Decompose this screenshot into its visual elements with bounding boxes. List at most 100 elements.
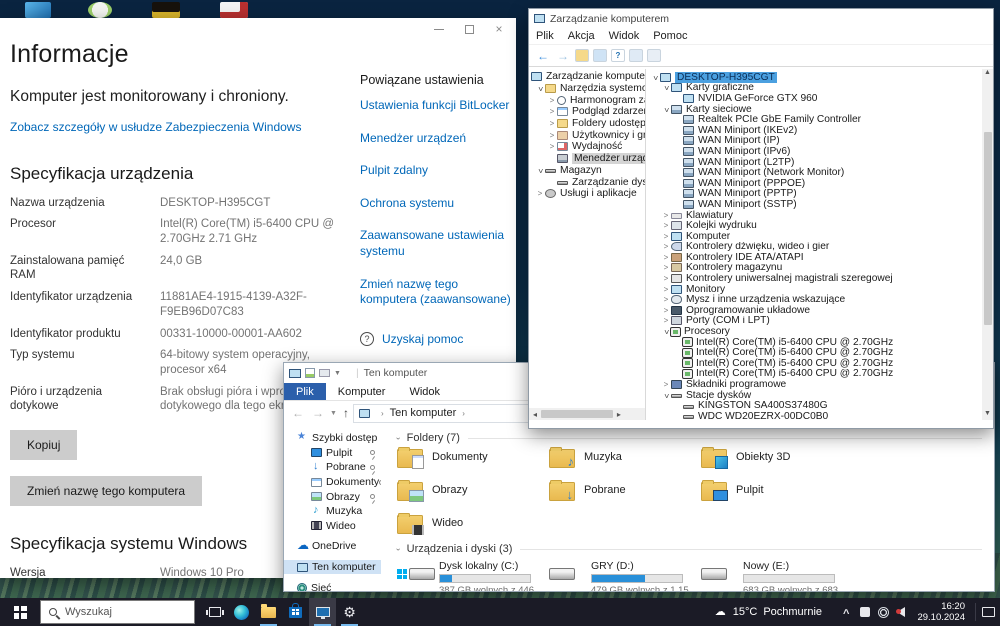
tree-item[interactable]: Oprogramowanie układowe (648, 305, 981, 316)
tree-item[interactable]: WAN Miniport (IKEv2) (648, 125, 981, 136)
help-icon[interactable]: ? (611, 49, 625, 62)
tree-item[interactable]: Narzędzia systemowe (529, 83, 645, 95)
folder-item[interactable]: Obrazy (397, 480, 549, 504)
related-settings-link[interactable]: Menedżer urządzeń (360, 131, 512, 147)
sidebar-item[interactable]: Pulpit (284, 446, 381, 461)
tree-item[interactable]: Zarządzanie komputerem (loka (529, 71, 645, 83)
expander-chevron-icon[interactable] (662, 83, 671, 93)
scroll-up-icon[interactable]: ▲ (982, 69, 993, 79)
get-help-link[interactable]: Uzyskaj pomoc (382, 332, 463, 346)
tree-item[interactable]: Podgląd zdarzeń (529, 106, 645, 118)
expander-chevron-icon[interactable] (535, 189, 545, 198)
desktop-shortcut-icon[interactable] (88, 2, 112, 18)
expander-chevron-icon[interactable] (547, 131, 557, 140)
expander-chevron-icon[interactable] (547, 96, 557, 105)
expander-chevron-icon[interactable] (547, 107, 557, 116)
sidebar-item[interactable]: Muzyka (284, 504, 381, 519)
drive-item[interactable]: Nowy (E:) 683 GB wolnych z 683 GB (701, 560, 853, 591)
menu-item[interactable]: Akcja (561, 30, 602, 42)
rename-pc-button[interactable]: Zmień nazwę tego komputera (10, 476, 203, 507)
properties-icon[interactable] (629, 49, 643, 62)
tree-item[interactable]: WAN Miniport (IPv6) (648, 146, 981, 157)
start-button[interactable] (0, 598, 40, 626)
tree-item[interactable]: Intel(R) Core(TM) i5-6400 CPU @ 2.70GHz (648, 337, 981, 347)
related-settings-link[interactable]: Zmień nazwę tego komputera (zaawansowane… (360, 277, 512, 308)
expander-chevron-icon[interactable] (536, 84, 545, 94)
tree-item[interactable]: Menedżer urządzeń (529, 153, 645, 165)
sidebar-item[interactable]: Szybki dostęp (284, 431, 381, 446)
search-input[interactable]: Wyszukaj (40, 600, 195, 624)
expander-chevron-icon[interactable] (651, 73, 660, 83)
properties-icon[interactable] (305, 368, 315, 378)
back-icon[interactable]: ← (533, 49, 553, 63)
sidebar-item[interactable]: Wideo (284, 519, 381, 534)
tree-item[interactable]: Zarządzanie dyskami (529, 176, 645, 188)
tree-item[interactable]: Użytkownicy i grupy lok (529, 129, 645, 141)
tray-app-icon[interactable] (860, 607, 871, 617)
expander-chevron-icon[interactable] (661, 211, 671, 220)
tree-item[interactable]: Magazyn (529, 165, 645, 177)
taskbar-app-button[interactable] (255, 598, 282, 626)
tree-item[interactable]: Klawiatury (648, 210, 981, 220)
taskbar-app-button[interactable] (309, 598, 336, 626)
ribbon-tab[interactable]: Widok (397, 383, 452, 400)
tree-item[interactable]: Kontrolery uniwersalnej magistrali szere… (648, 273, 981, 284)
scrollbar-thumb[interactable] (541, 410, 613, 418)
tree-item[interactable]: WAN Miniport (PPTP) (648, 189, 981, 199)
tree-item[interactable]: Kolejki wydruku (648, 220, 981, 231)
expander-chevron-icon[interactable] (661, 306, 671, 315)
menu-item[interactable]: Pomoc (646, 30, 694, 42)
horizontal-scrollbar[interactable]: ◂ ▸ (529, 408, 645, 420)
tree-item[interactable]: Kontrolery magazynu (648, 263, 981, 273)
tree-item[interactable]: Realtek PCIe GbE Family Controller (648, 114, 981, 125)
export-list-icon[interactable] (575, 49, 589, 62)
tree-item[interactable]: Usługi i aplikacje (529, 188, 645, 200)
expander-chevron-icon[interactable] (536, 166, 545, 176)
taskbar-app-button[interactable] (228, 598, 255, 626)
tree-item[interactable]: Foldery udostępnione (529, 118, 645, 130)
folder-item[interactable]: Dokumenty (397, 447, 549, 471)
vertical-scrollbar[interactable]: ▲ ▼ (982, 69, 993, 420)
weather-widget[interactable]: ☁ 15°C Pochmurnie (715, 605, 822, 620)
expander-chevron-icon[interactable] (661, 316, 671, 325)
tree-item[interactable]: Intel(R) Core(TM) i5-6400 CPU @ 2.70GHz (648, 369, 981, 379)
scroll-left-icon[interactable]: ◂ (529, 410, 541, 419)
tree-item[interactable]: NVIDIA GeForce GTX 960 (648, 93, 981, 104)
tree-item[interactable]: Harmonogram zadań (529, 94, 645, 106)
related-settings-link[interactable]: Pulpit zdalny (360, 163, 512, 179)
ribbon-tab[interactable]: Komputer (326, 383, 398, 400)
tree-item[interactable]: WAN Miniport (IP) (648, 136, 981, 146)
minimize-button[interactable] (424, 18, 454, 40)
tree-item[interactable]: WAN Miniport (PPPOE) (648, 178, 981, 189)
menu-item[interactable]: Widok (602, 30, 647, 42)
tree-item[interactable]: Procesory (648, 326, 981, 337)
action-center-button[interactable] (976, 607, 1000, 617)
related-settings-link[interactable]: Ustawienia funkcji BitLocker (360, 98, 512, 114)
drive-item[interactable]: Dysk lokalny (C:) 387 GB wolnych z 446 G… (397, 560, 549, 591)
tree-item[interactable]: Komputer (648, 231, 981, 242)
expander-chevron-icon[interactable] (547, 142, 557, 151)
scroll-down-icon[interactable]: ▼ (982, 410, 993, 420)
expander-chevron-icon[interactable] (662, 105, 671, 115)
forward-icon[interactable]: → (553, 49, 573, 63)
clock[interactable]: 16:20 29.10.2024 (917, 601, 965, 624)
expander-chevron-icon[interactable] (661, 232, 671, 241)
tree-item[interactable]: Kontrolery dźwięku, wideo i gier (648, 242, 981, 252)
tree-item[interactable]: Intel(R) Core(TM) i5-6400 CPU @ 2.70GHz (648, 347, 981, 358)
scroll-right-icon[interactable]: ▸ (613, 410, 625, 419)
tree-item[interactable]: WAN Miniport (Network Monitor) (648, 167, 981, 178)
quick-access-toolbar-dropdown-icon[interactable]: ▼ (334, 370, 341, 377)
folder-item[interactable]: Pulpit (701, 480, 853, 504)
copy-device-spec-button[interactable]: Kopiuj (10, 430, 78, 461)
sidebar-item[interactable]: Sieć (284, 580, 381, 591)
related-settings-link[interactable]: Ochrona systemu (360, 196, 512, 212)
expander-chevron-icon[interactable] (662, 391, 671, 401)
folder-item[interactable]: Obiekty 3D (701, 447, 853, 471)
show-hide-console-tree-icon[interactable] (593, 49, 607, 62)
sidebar-item[interactable]: OneDrive (284, 539, 381, 554)
sidebar-item[interactable]: Dokumenty (284, 475, 381, 490)
folder-item[interactable]: Pobrane (549, 480, 701, 504)
hidden-icons-chevron-icon[interactable]: ^ (843, 608, 849, 620)
taskbar-app-button[interactable] (282, 598, 309, 626)
tree-item[interactable]: WDC WD20EZRX-00DC0B0 (648, 411, 981, 420)
